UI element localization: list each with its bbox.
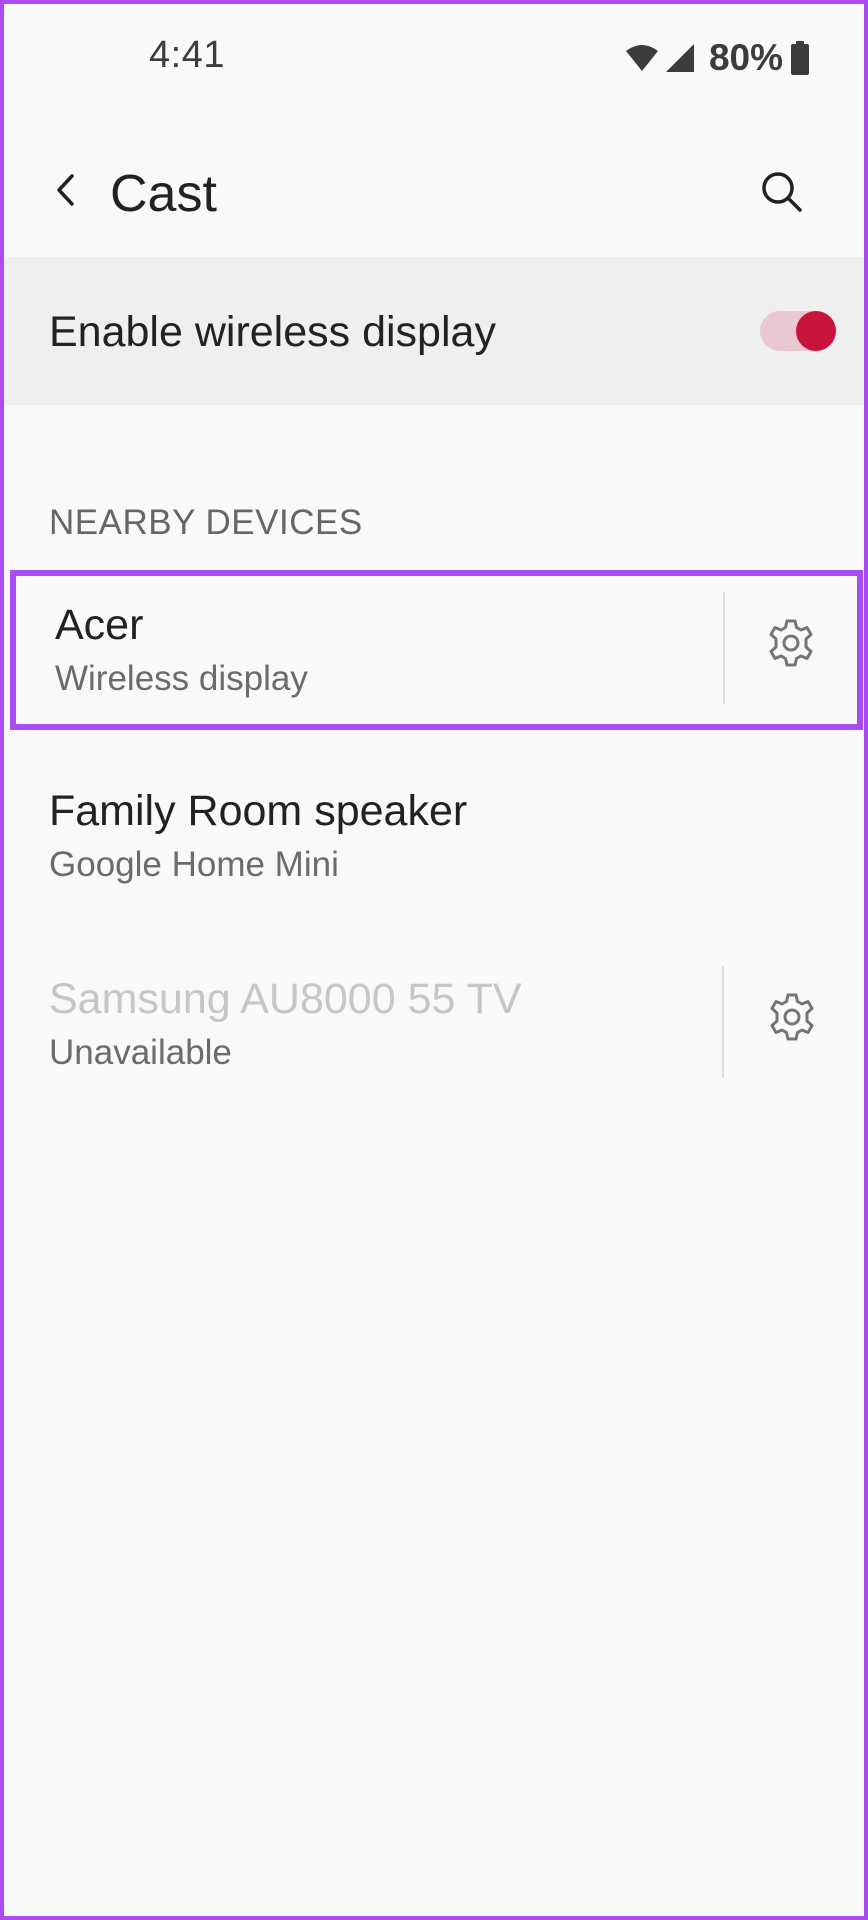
device-row-family-room-speaker[interactable]: Family Room speaker Google Home Mini: [4, 756, 864, 906]
device-name: Acer: [55, 601, 144, 649]
wireless-display-toggle[interactable]: [760, 311, 836, 351]
toggle-thumb: [796, 311, 836, 351]
search-button[interactable]: [750, 162, 814, 226]
device-subtitle: Unavailable: [49, 1033, 232, 1072]
device-name: Samsung AU8000 55 TV: [49, 975, 522, 1023]
nearby-devices-header: NEARBY DEVICES: [49, 503, 363, 542]
wifi-icon: [625, 44, 659, 72]
wireless-display-row[interactable]: Enable wireless display: [4, 257, 864, 405]
signal-icon: [665, 43, 695, 73]
gear-icon: [766, 618, 816, 673]
status-bar: 4:41 80%: [4, 4, 864, 114]
device-name: Family Room speaker: [49, 787, 468, 835]
page-title: Cast: [110, 165, 217, 223]
device-settings-button[interactable]: [759, 613, 823, 677]
battery-percent: 80%: [708, 37, 783, 78]
row-divider: [723, 592, 725, 704]
back-button[interactable]: [36, 162, 96, 222]
device-settings-button[interactable]: [760, 987, 824, 1051]
device-subtitle: Google Home Mini: [49, 845, 339, 884]
app-bar: Cast: [4, 134, 864, 254]
status-icons: 80%: [625, 34, 809, 82]
status-time: 4:41: [149, 34, 225, 76]
screen-frame: 4:41 80% Cast Enable wireless display NE…: [0, 0, 868, 1920]
search-icon: [760, 170, 804, 219]
device-row-acer[interactable]: Acer Wireless display: [10, 570, 863, 730]
device-row-samsung-tv[interactable]: Samsung AU8000 55 TV Unavailable: [4, 944, 864, 1094]
battery-icon: [791, 41, 809, 75]
chevron-left-icon: [54, 172, 78, 213]
row-divider: [722, 966, 724, 1078]
wireless-display-label: Enable wireless display: [49, 308, 496, 356]
device-subtitle: Wireless display: [55, 659, 308, 698]
gear-icon: [767, 992, 817, 1047]
